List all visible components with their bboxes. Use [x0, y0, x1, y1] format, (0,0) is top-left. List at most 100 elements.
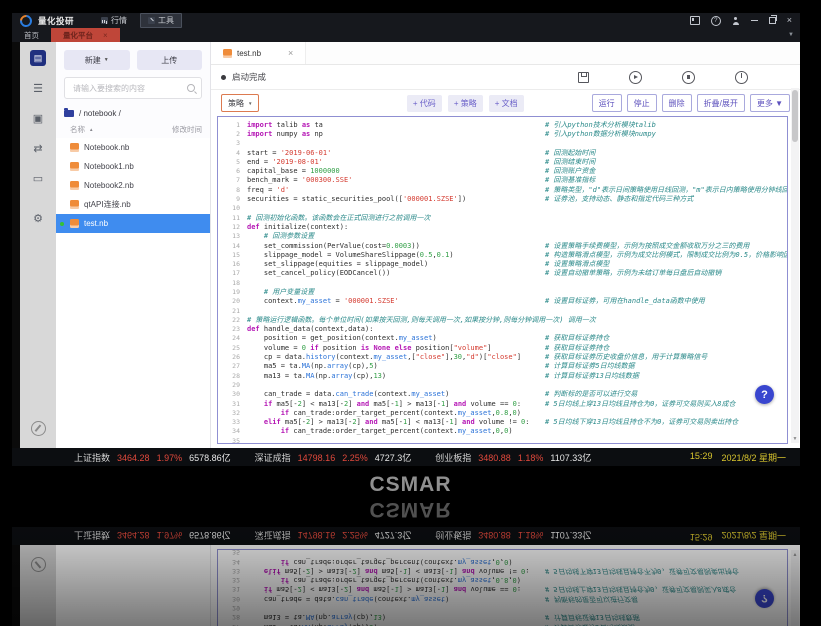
shutdown-icon[interactable]	[735, 71, 748, 84]
column-modified[interactable]: 修改时间	[172, 124, 202, 135]
code-text: ma13 = ta.MA(np.array(cp),13)	[247, 372, 545, 380]
restore-icon[interactable]	[769, 17, 776, 24]
code-line[interactable]: 16 set_slippage(equities = slippage_mode…	[218, 259, 787, 268]
user-icon[interactable]	[732, 17, 740, 25]
sort-asc-icon[interactable]: ▲	[89, 127, 93, 132]
watermark-band: CSMAR CSMAR	[0, 466, 821, 527]
tab-quant-platform[interactable]: 量化平台 ×	[51, 28, 120, 42]
help-icon[interactable]: ?	[711, 16, 721, 26]
file-row[interactable]: test.nb	[56, 214, 210, 233]
code-line[interactable]: 34 if can_trade:order_target_percent(con…	[218, 427, 787, 436]
transfer-icon[interactable]: ⇄	[30, 140, 46, 156]
search-icon[interactable]	[187, 84, 195, 92]
search-input[interactable]	[71, 83, 187, 94]
code-line[interactable]: 24 position = get_position(context.my_as…	[218, 334, 787, 343]
code-line[interactable]: 12def initialize(context):	[218, 222, 787, 231]
compass-icon[interactable]	[31, 421, 46, 436]
code-line[interactable]: 1import talib as ta# 引入python技术分析模块talib	[218, 120, 787, 129]
scrollbar-thumb[interactable]	[792, 90, 798, 142]
line-number: 9	[218, 195, 247, 203]
code-line[interactable]: 13 # 回测参数设置	[218, 232, 787, 241]
line-number: 17	[218, 269, 247, 277]
code-line[interactable]: 21	[218, 306, 787, 315]
code-line[interactable]: 11# 回测初始化函数。该函数会在正式回测进行之前调用一次	[218, 213, 787, 222]
file-row[interactable]: Notebook2.nb	[56, 176, 210, 195]
breadcrumb[interactable]: / notebook /	[56, 107, 210, 122]
code-line[interactable]: 28 ma13 = ta.MA(np.array(cp),13)# 计算目标证券…	[218, 371, 787, 380]
code-text: volume = 0 if position is None else posi…	[247, 344, 545, 352]
file-row[interactable]: qtAPI连接.nb	[56, 195, 210, 214]
code-line[interactable]: 19 # 用户变量设置	[218, 287, 787, 296]
add-button[interactable]: + 代码	[407, 95, 442, 112]
column-name[interactable]: 名称	[70, 124, 85, 135]
action-button[interactable]: 折叠/展开	[697, 94, 745, 112]
code-line[interactable]: 8freq = 'd'# 策略类型，"d"表示日间策略使用日线回测，"m"表示日…	[218, 185, 787, 194]
tab-home[interactable]: 首页	[12, 28, 51, 42]
upload-button[interactable]: 上传	[137, 50, 203, 70]
code-line[interactable]: 5end = '2019-08-01'# 回测结束时间	[218, 157, 787, 166]
tab-list-caret-icon[interactable]: ▼	[788, 32, 800, 38]
cell-type-button[interactable]: 策略▼	[221, 94, 259, 112]
notebook-icon[interactable]: ▤	[30, 50, 46, 66]
code-line[interactable]: 15 slippage_model = VolumeShareSlippage(…	[218, 250, 787, 259]
code-line[interactable]: 26 cp = data.history(context.my_asset,["…	[218, 352, 787, 361]
code-line[interactable]: 3	[218, 139, 787, 148]
code-line[interactable]: 10	[218, 204, 787, 213]
code-line[interactable]: 22# 策略运行逻辑函数。每个单位时间(如果按天回测,则每天调用一次,如果按分钟…	[218, 315, 787, 324]
code-line[interactable]: 23def handle_data(context,data):	[218, 325, 787, 334]
minimize-icon[interactable]	[751, 20, 758, 21]
file-list: Notebook.nb Notebook1.nb Notebook2.nbqtAPI…	[56, 138, 210, 448]
code-line[interactable]: 2import numpy as np# 引入python数据分析模块numpy	[218, 129, 787, 138]
code-line[interactable]: 17 set_cancel_policy(EODCancel())# 设置自动撤…	[218, 269, 787, 278]
new-button[interactable]: 新建▼	[64, 50, 130, 70]
code-line[interactable]: 18	[218, 278, 787, 287]
tab-close-icon[interactable]: ×	[103, 31, 108, 40]
code-line[interactable]: 9securities = static_securities_pool(['0…	[218, 194, 787, 203]
code-text: if ma5[-2] < ma13[-2] and ma5[-1] > ma13…	[247, 400, 545, 408]
console-icon[interactable]: ▭	[30, 170, 46, 186]
code-line[interactable]: 6capital_base = 1000000# 回测账户资金	[218, 166, 787, 175]
code-line[interactable]: 7bench_mark = '000300.SSE'# 回测基准指标	[218, 176, 787, 185]
action-button[interactable]: 运行	[592, 94, 622, 112]
file-row[interactable]: Notebook1.nb	[56, 157, 210, 176]
add-button[interactable]: + 文档	[489, 95, 524, 112]
editor-tab-close-icon[interactable]: ×	[288, 48, 293, 58]
add-button[interactable]: + 策略	[448, 95, 483, 112]
code-line[interactable]: 25 volume = 0 if position is None else p…	[218, 343, 787, 352]
code-line[interactable]: 33 elif ma5[-2] > ma13[-2] and ma5[-1] <…	[218, 418, 787, 427]
screen-icon[interactable]	[690, 16, 700, 25]
code-cell[interactable]: 1import talib as ta# 引入python技术分析模块talib…	[217, 116, 788, 444]
code-line[interactable]: 30 can_trade = data.can_trade(context.my…	[218, 390, 787, 399]
run-all-icon[interactable]	[629, 71, 642, 84]
code-line[interactable]: 31 if ma5[-2] < ma13[-2] and ma5[-1] > m…	[218, 399, 787, 408]
line-number: 10	[218, 204, 247, 212]
menu-tools[interactable]: 工具	[140, 13, 182, 28]
interrupt-icon[interactable]	[682, 71, 695, 84]
scroll-down-icon[interactable]: ▼	[791, 436, 799, 442]
editor-scrollbar[interactable]: ▼	[791, 88, 799, 443]
settings-gear-icon[interactable]: ⚙	[30, 210, 46, 226]
page-tab-bar: 首页 量化平台 × ▼	[12, 28, 800, 42]
action-button[interactable]: 删除	[662, 94, 692, 112]
help-fab-button[interactable]: ?	[755, 385, 774, 404]
files-icon[interactable]: ▣	[30, 110, 46, 126]
code-line[interactable]: 35	[218, 436, 787, 444]
search-box[interactable]	[64, 77, 202, 99]
close-icon[interactable]: ×	[787, 16, 792, 25]
code-line[interactable]: 29	[218, 380, 787, 389]
code-line[interactable]: 20 context.my_asset = '000001.SZSE'# 设置目…	[218, 297, 787, 306]
editor-tab-test-nb[interactable]: test.nb ×	[211, 42, 306, 64]
code-line[interactable]: 4start = '2019-06-01'# 回测起始时间	[218, 148, 787, 157]
file-name: Notebook1.nb	[84, 162, 134, 171]
menu-market[interactable]: 行情	[94, 14, 134, 27]
code-line[interactable]: 27 ma5 = ta.MA(np.array(cp),5)# 计算目标证券5日…	[218, 362, 787, 371]
file-list-header: 名称 ▲ 修改时间	[56, 122, 210, 138]
code-line[interactable]: 14 set_commission(PerValue(cost=0.0003))…	[218, 241, 787, 250]
save-icon[interactable]	[578, 72, 589, 83]
action-button[interactable]: 停止	[627, 94, 657, 112]
file-row[interactable]: Notebook.nb	[56, 138, 210, 157]
action-button[interactable]: 更多 ▼	[750, 94, 790, 112]
data-icon[interactable]: ☰	[30, 80, 46, 96]
code-line[interactable]: 32 if can_trade:order_target_percent(con…	[218, 408, 787, 417]
line-number: 31	[218, 400, 247, 408]
